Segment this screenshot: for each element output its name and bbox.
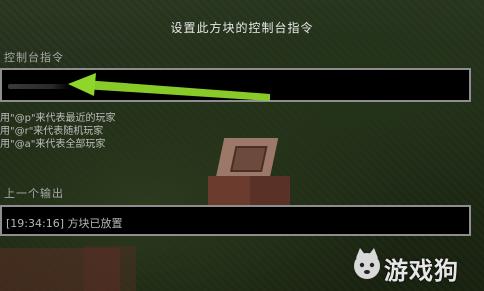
- site-watermark: 游戏狗: [350, 247, 476, 285]
- watermark-text: 游戏狗: [384, 257, 459, 285]
- arrow-shaft: [84, 80, 270, 101]
- dog-logo-icon: [354, 248, 380, 279]
- arrow-head: [68, 73, 96, 96]
